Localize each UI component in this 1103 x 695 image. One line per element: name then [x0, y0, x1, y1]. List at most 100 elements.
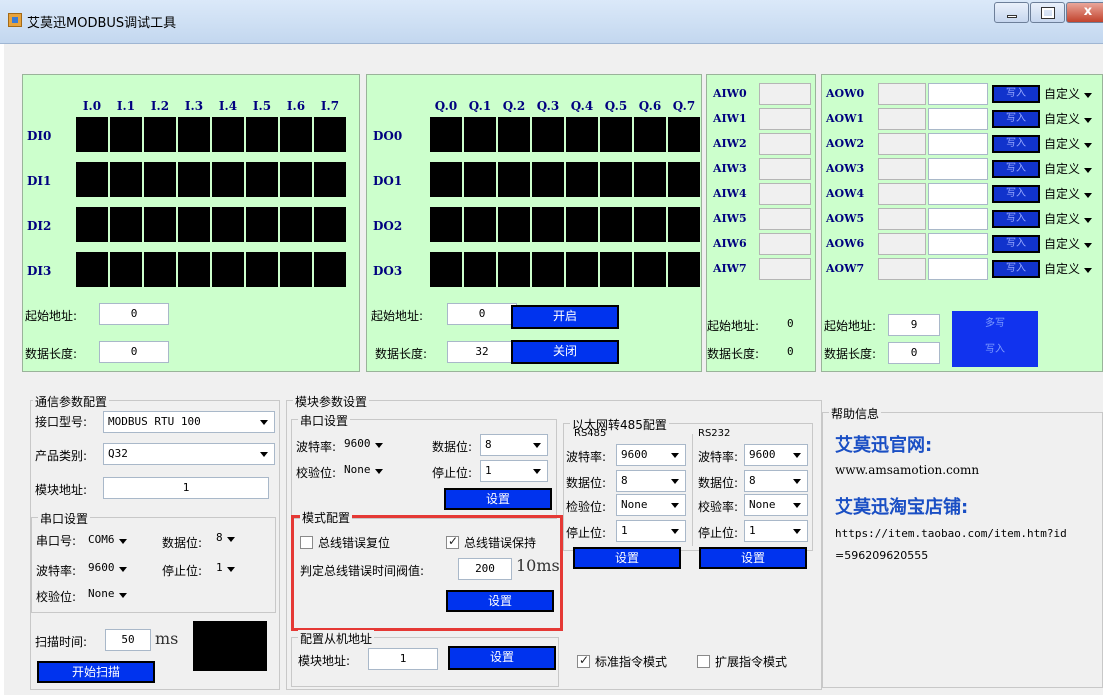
module-stop-select[interactable]: 1 [480, 460, 548, 482]
aow-type-select[interactable]: 自定义 [1044, 84, 1093, 104]
com-select[interactable]: COM6 [88, 530, 126, 550]
eth485-stop-select[interactable]: 1 [616, 520, 686, 542]
di-start-input[interactable]: 0 [99, 303, 169, 325]
do-led[interactable] [634, 207, 666, 242]
do-led[interactable] [668, 252, 700, 287]
shop-url-line2[interactable]: =596209620555 [835, 549, 928, 562]
do-led[interactable] [668, 117, 700, 152]
di-led[interactable] [178, 252, 210, 287]
slave-addr-input[interactable]: 1 [368, 648, 438, 670]
aiw-len-value[interactable]: 0 [787, 345, 794, 358]
bus-error-reset-checkbox[interactable] [300, 536, 313, 549]
maximize-button[interactable] [1030, 2, 1065, 23]
eth232-set-button[interactable]: 设置 [699, 547, 807, 569]
aow-type-select[interactable]: 自定义 [1044, 109, 1093, 129]
close-output-button[interactable]: 关闭 [511, 340, 619, 364]
eth485-parity-select[interactable]: None [616, 494, 686, 516]
eth232-baud-select[interactable]: 9600 [744, 444, 808, 466]
eth232-data-select[interactable]: 8 [744, 470, 808, 492]
open-button[interactable]: 开启 [511, 305, 619, 329]
aow-input[interactable] [928, 133, 988, 155]
comm-baud-select[interactable]: 9600 [88, 558, 126, 578]
aow-type-select[interactable]: 自定义 [1044, 259, 1093, 279]
do-led[interactable] [430, 162, 462, 197]
module-parity-select[interactable]: None [344, 460, 382, 480]
aiw-start-value[interactable]: 0 [787, 317, 794, 330]
aow-write-button[interactable]: 写入 [992, 210, 1040, 228]
do-led[interactable] [600, 207, 632, 242]
aow-type-select[interactable]: 自定义 [1044, 159, 1093, 179]
scan-time-input[interactable]: 50 [105, 629, 151, 651]
di-led[interactable] [246, 207, 278, 242]
aow-input[interactable] [928, 258, 988, 280]
di-led[interactable] [212, 162, 244, 197]
do-led[interactable] [498, 162, 530, 197]
do-led[interactable] [532, 207, 564, 242]
do-led[interactable] [566, 252, 598, 287]
di-led[interactable] [314, 162, 346, 197]
di-led[interactable] [280, 162, 312, 197]
aow-write-button[interactable]: 写入 [992, 235, 1040, 253]
di-len-input[interactable]: 0 [99, 341, 169, 363]
do-led[interactable] [634, 117, 666, 152]
do-led[interactable] [668, 207, 700, 242]
aow-type-select[interactable]: 自定义 [1044, 184, 1093, 204]
do-led[interactable] [600, 252, 632, 287]
do-led[interactable] [532, 252, 564, 287]
do-led[interactable] [464, 117, 496, 152]
do-led[interactable] [498, 207, 530, 242]
di-led[interactable] [144, 117, 176, 152]
di-led[interactable] [144, 252, 176, 287]
aow-write-button[interactable]: 写入 [992, 135, 1040, 153]
di-led[interactable] [212, 207, 244, 242]
do-led[interactable] [498, 117, 530, 152]
di-led[interactable] [110, 252, 142, 287]
aow-write-button[interactable]: 写入 [992, 185, 1040, 203]
di-led[interactable] [144, 207, 176, 242]
do-led[interactable] [464, 252, 496, 287]
do-led[interactable] [464, 207, 496, 242]
module-data-select[interactable]: 8 [480, 434, 548, 456]
do-led[interactable] [464, 162, 496, 197]
module-baud-select[interactable]: 9600 [344, 434, 382, 454]
aow-write-button[interactable]: 写入 [992, 160, 1040, 178]
do-led[interactable] [430, 117, 462, 152]
di-led[interactable] [76, 162, 108, 197]
do-led[interactable] [566, 207, 598, 242]
ext-mode-checkbox[interactable] [697, 655, 710, 668]
aow-write-button[interactable]: 写入 [992, 85, 1040, 103]
comm-stop-select[interactable]: 1 [216, 558, 234, 578]
di-led[interactable] [76, 207, 108, 242]
aow-write-button[interactable]: 写入 [992, 110, 1040, 128]
di-led[interactable] [212, 252, 244, 287]
eth232-stop-select[interactable]: 1 [744, 520, 808, 542]
di-led[interactable] [178, 162, 210, 197]
shop-url-line1[interactable]: https://item.taobao.com/item.htm?id [835, 527, 1067, 540]
di-led[interactable] [110, 162, 142, 197]
aow-input[interactable] [928, 208, 988, 230]
do-led[interactable] [498, 252, 530, 287]
do-led[interactable] [600, 162, 632, 197]
comm-data-select[interactable]: 8 [216, 528, 234, 548]
di-led[interactable] [110, 207, 142, 242]
di-led[interactable] [76, 252, 108, 287]
di-led[interactable] [314, 207, 346, 242]
aow-input[interactable] [928, 83, 988, 105]
aow-input[interactable] [928, 108, 988, 130]
di-led[interactable] [246, 117, 278, 152]
aow-multi-write-button[interactable]: 多写 写入 [952, 311, 1038, 367]
slave-set-button[interactable]: 设置 [448, 646, 556, 670]
std-mode-checkbox[interactable] [577, 653, 590, 668]
di-led[interactable] [280, 207, 312, 242]
aow-len-input[interactable]: 0 [888, 342, 940, 364]
aow-type-select[interactable]: 自定义 [1044, 134, 1093, 154]
di-led[interactable] [178, 117, 210, 152]
di-led[interactable] [314, 252, 346, 287]
threshold-input[interactable]: 200 [458, 558, 512, 580]
di-led[interactable] [246, 252, 278, 287]
do-start-input[interactable]: 0 [447, 303, 517, 325]
di-led[interactable] [144, 162, 176, 197]
minimize-button[interactable] [994, 2, 1029, 23]
aow-type-select[interactable]: 自定义 [1044, 209, 1093, 229]
module-serial-set-button[interactable]: 设置 [444, 488, 552, 510]
